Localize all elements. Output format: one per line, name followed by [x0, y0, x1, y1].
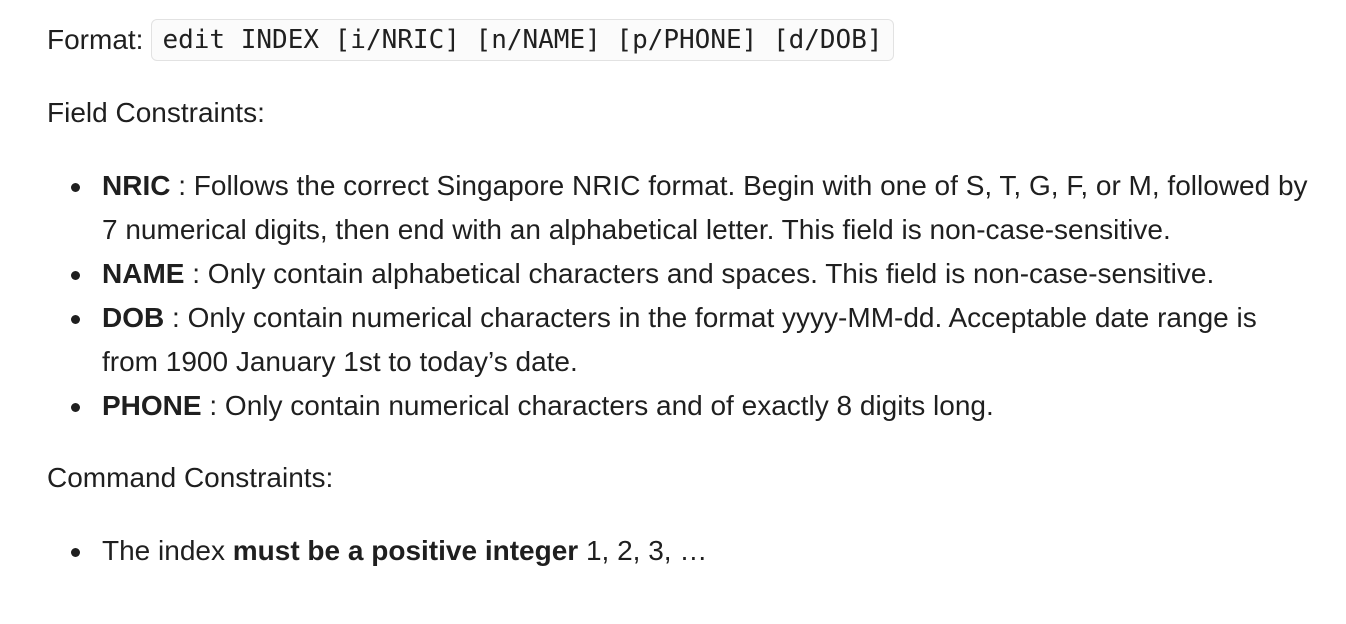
constraint-key: PHONE [102, 390, 202, 421]
format-label: Format: [47, 24, 144, 55]
bullet-icon [71, 183, 80, 192]
command-suffix: 1, 2, 3, … [578, 535, 708, 566]
list-item: NAME : Only contain alphabetical charact… [71, 252, 1316, 296]
bullet-icon [71, 548, 80, 557]
list-item: DOB : Only contain numerical characters … [71, 296, 1316, 384]
document-page: Format: edit INDEX [i/NRIC] [n/NAME] [p/… [0, 0, 1346, 624]
constraint-key: DOB [102, 302, 165, 333]
list-item: The index must be a positive integer 1, … [71, 529, 1316, 573]
format-code: edit INDEX [i/NRIC] [n/NAME] [p/PHONE] [… [151, 19, 894, 61]
constraint-text: : Only contain numerical characters in t… [102, 302, 1257, 377]
bullet-icon [71, 403, 80, 412]
field-constraints-title: Field Constraints: [47, 97, 265, 128]
constraint-text: : Follows the correct Singapore NRIC for… [102, 170, 1308, 245]
format-line: Format: edit INDEX [i/NRIC] [n/NAME] [p/… [47, 18, 1316, 62]
command-prefix: The index [102, 535, 233, 566]
command-constraints-list: The index must be a positive integer 1, … [47, 529, 1316, 573]
list-item: PHONE : Only contain numerical character… [71, 384, 1316, 428]
constraint-key: NAME [102, 258, 185, 289]
constraint-text: : Only contain numerical characters and … [201, 390, 994, 421]
constraint-key: NRIC [102, 170, 171, 201]
bullet-icon [71, 315, 80, 324]
constraint-text: : Only contain alphabetical characters a… [184, 258, 1215, 289]
list-item: NRIC : Follows the correct Singapore NRI… [71, 164, 1316, 252]
bullet-icon [71, 271, 80, 280]
command-emphasis: must be a positive integer [232, 535, 579, 566]
field-constraints-list: NRIC : Follows the correct Singapore NRI… [47, 164, 1316, 428]
command-constraints-title: Command Constraints: [47, 462, 334, 493]
